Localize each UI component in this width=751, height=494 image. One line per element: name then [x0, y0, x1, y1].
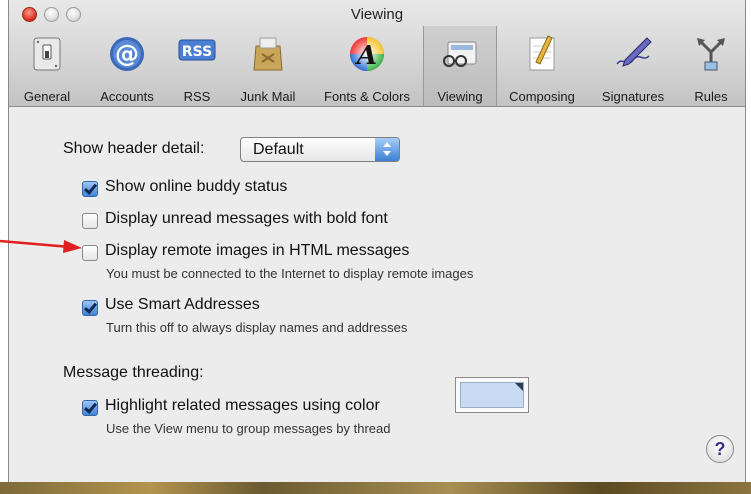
composing-pencil-icon [529, 35, 555, 71]
preferences-toolbar: Viewing General @ Accounts RSS RSS Junk … [9, 0, 745, 107]
popup-arrows-icon [375, 138, 399, 161]
general-switch-icon [33, 37, 61, 71]
remote-images-label: Display remote images in HTML messages [105, 242, 410, 259]
toolbar-label-rules: Rules [694, 89, 728, 104]
background-strip [0, 482, 751, 494]
toolbar-label-accounts: Accounts [100, 89, 154, 104]
svg-text:@: @ [115, 40, 139, 68]
header-detail-value: Default [253, 141, 304, 158]
bold-unread-checkbox[interactable] [82, 213, 98, 229]
toolbar-item-rss[interactable]: RSS RSS [169, 26, 225, 106]
rules-arrows-icon [697, 38, 725, 71]
bold-unread-label: Display unread messages with bold font [105, 210, 388, 227]
toolbar-item-viewing[interactable]: Viewing [423, 26, 497, 106]
rss-badge-icon: RSS [178, 39, 216, 61]
header-detail-popup[interactable]: Default [240, 137, 400, 162]
toolbar-label-viewing: Viewing [437, 89, 483, 104]
red-annotation-arrow-icon [0, 239, 82, 253]
toolbar-item-junk-mail[interactable]: Junk Mail [225, 26, 311, 106]
smart-addresses-label: Use Smart Addresses [105, 296, 260, 313]
toolbar-label-rss: RSS [183, 89, 211, 104]
signature-pen-icon [616, 37, 652, 67]
smart-addresses-hint: Turn this off to always display names an… [106, 320, 408, 335]
toolbar-item-accounts[interactable]: @ Accounts [85, 26, 169, 106]
svg-text:A: A [354, 41, 377, 71]
message-threading-label: Message threading: [63, 364, 204, 381]
viewing-pane: Show header detail: Default Show online … [9, 107, 745, 482]
toolbar-label-composing: Composing [509, 89, 575, 104]
toolbar-item-general[interactable]: General [9, 26, 85, 106]
svg-text:RSS: RSS [182, 44, 212, 60]
window-title: Viewing [350, 6, 404, 23]
help-button[interactable]: ? [706, 435, 734, 463]
header-detail-label: Show header detail: [63, 140, 205, 157]
smart-addresses-checkbox[interactable] [82, 300, 98, 316]
highlight-color-well[interactable] [455, 377, 529, 413]
at-sign-icon: @ [110, 37, 144, 71]
highlight-color-swatch [460, 382, 524, 408]
preferences-window: Viewing General @ Accounts RSS RSS Junk … [8, 0, 746, 482]
show-buddy-status-checkbox[interactable] [82, 181, 98, 197]
highlight-related-checkbox[interactable] [82, 400, 98, 416]
toolbar-item-signatures[interactable]: Signatures [589, 26, 677, 106]
highlight-related-label: Highlight related messages using color [105, 397, 380, 414]
toolbar-label-signatures: Signatures [601, 89, 665, 104]
toolbar-item-fonts-colors[interactable]: A Fonts & Colors [311, 26, 423, 106]
toolbar-label-general: General [23, 89, 71, 104]
junk-mail-bag-icon [253, 37, 283, 71]
show-buddy-status-label: Show online buddy status [105, 178, 288, 195]
remote-images-hint: You must be connected to the Internet to… [106, 266, 474, 281]
viewing-glasses-icon [443, 41, 477, 67]
toolbar-label-junk-mail: Junk Mail [240, 89, 296, 104]
highlight-related-hint: Use the View menu to group messages by t… [106, 421, 391, 436]
fonts-colors-icon: A [350, 37, 384, 71]
toolbar-item-rules[interactable]: Rules [677, 26, 745, 106]
toolbar-item-composing[interactable]: Composing [495, 26, 589, 106]
toolbar-label-fonts-colors: Fonts & Colors [324, 89, 410, 104]
